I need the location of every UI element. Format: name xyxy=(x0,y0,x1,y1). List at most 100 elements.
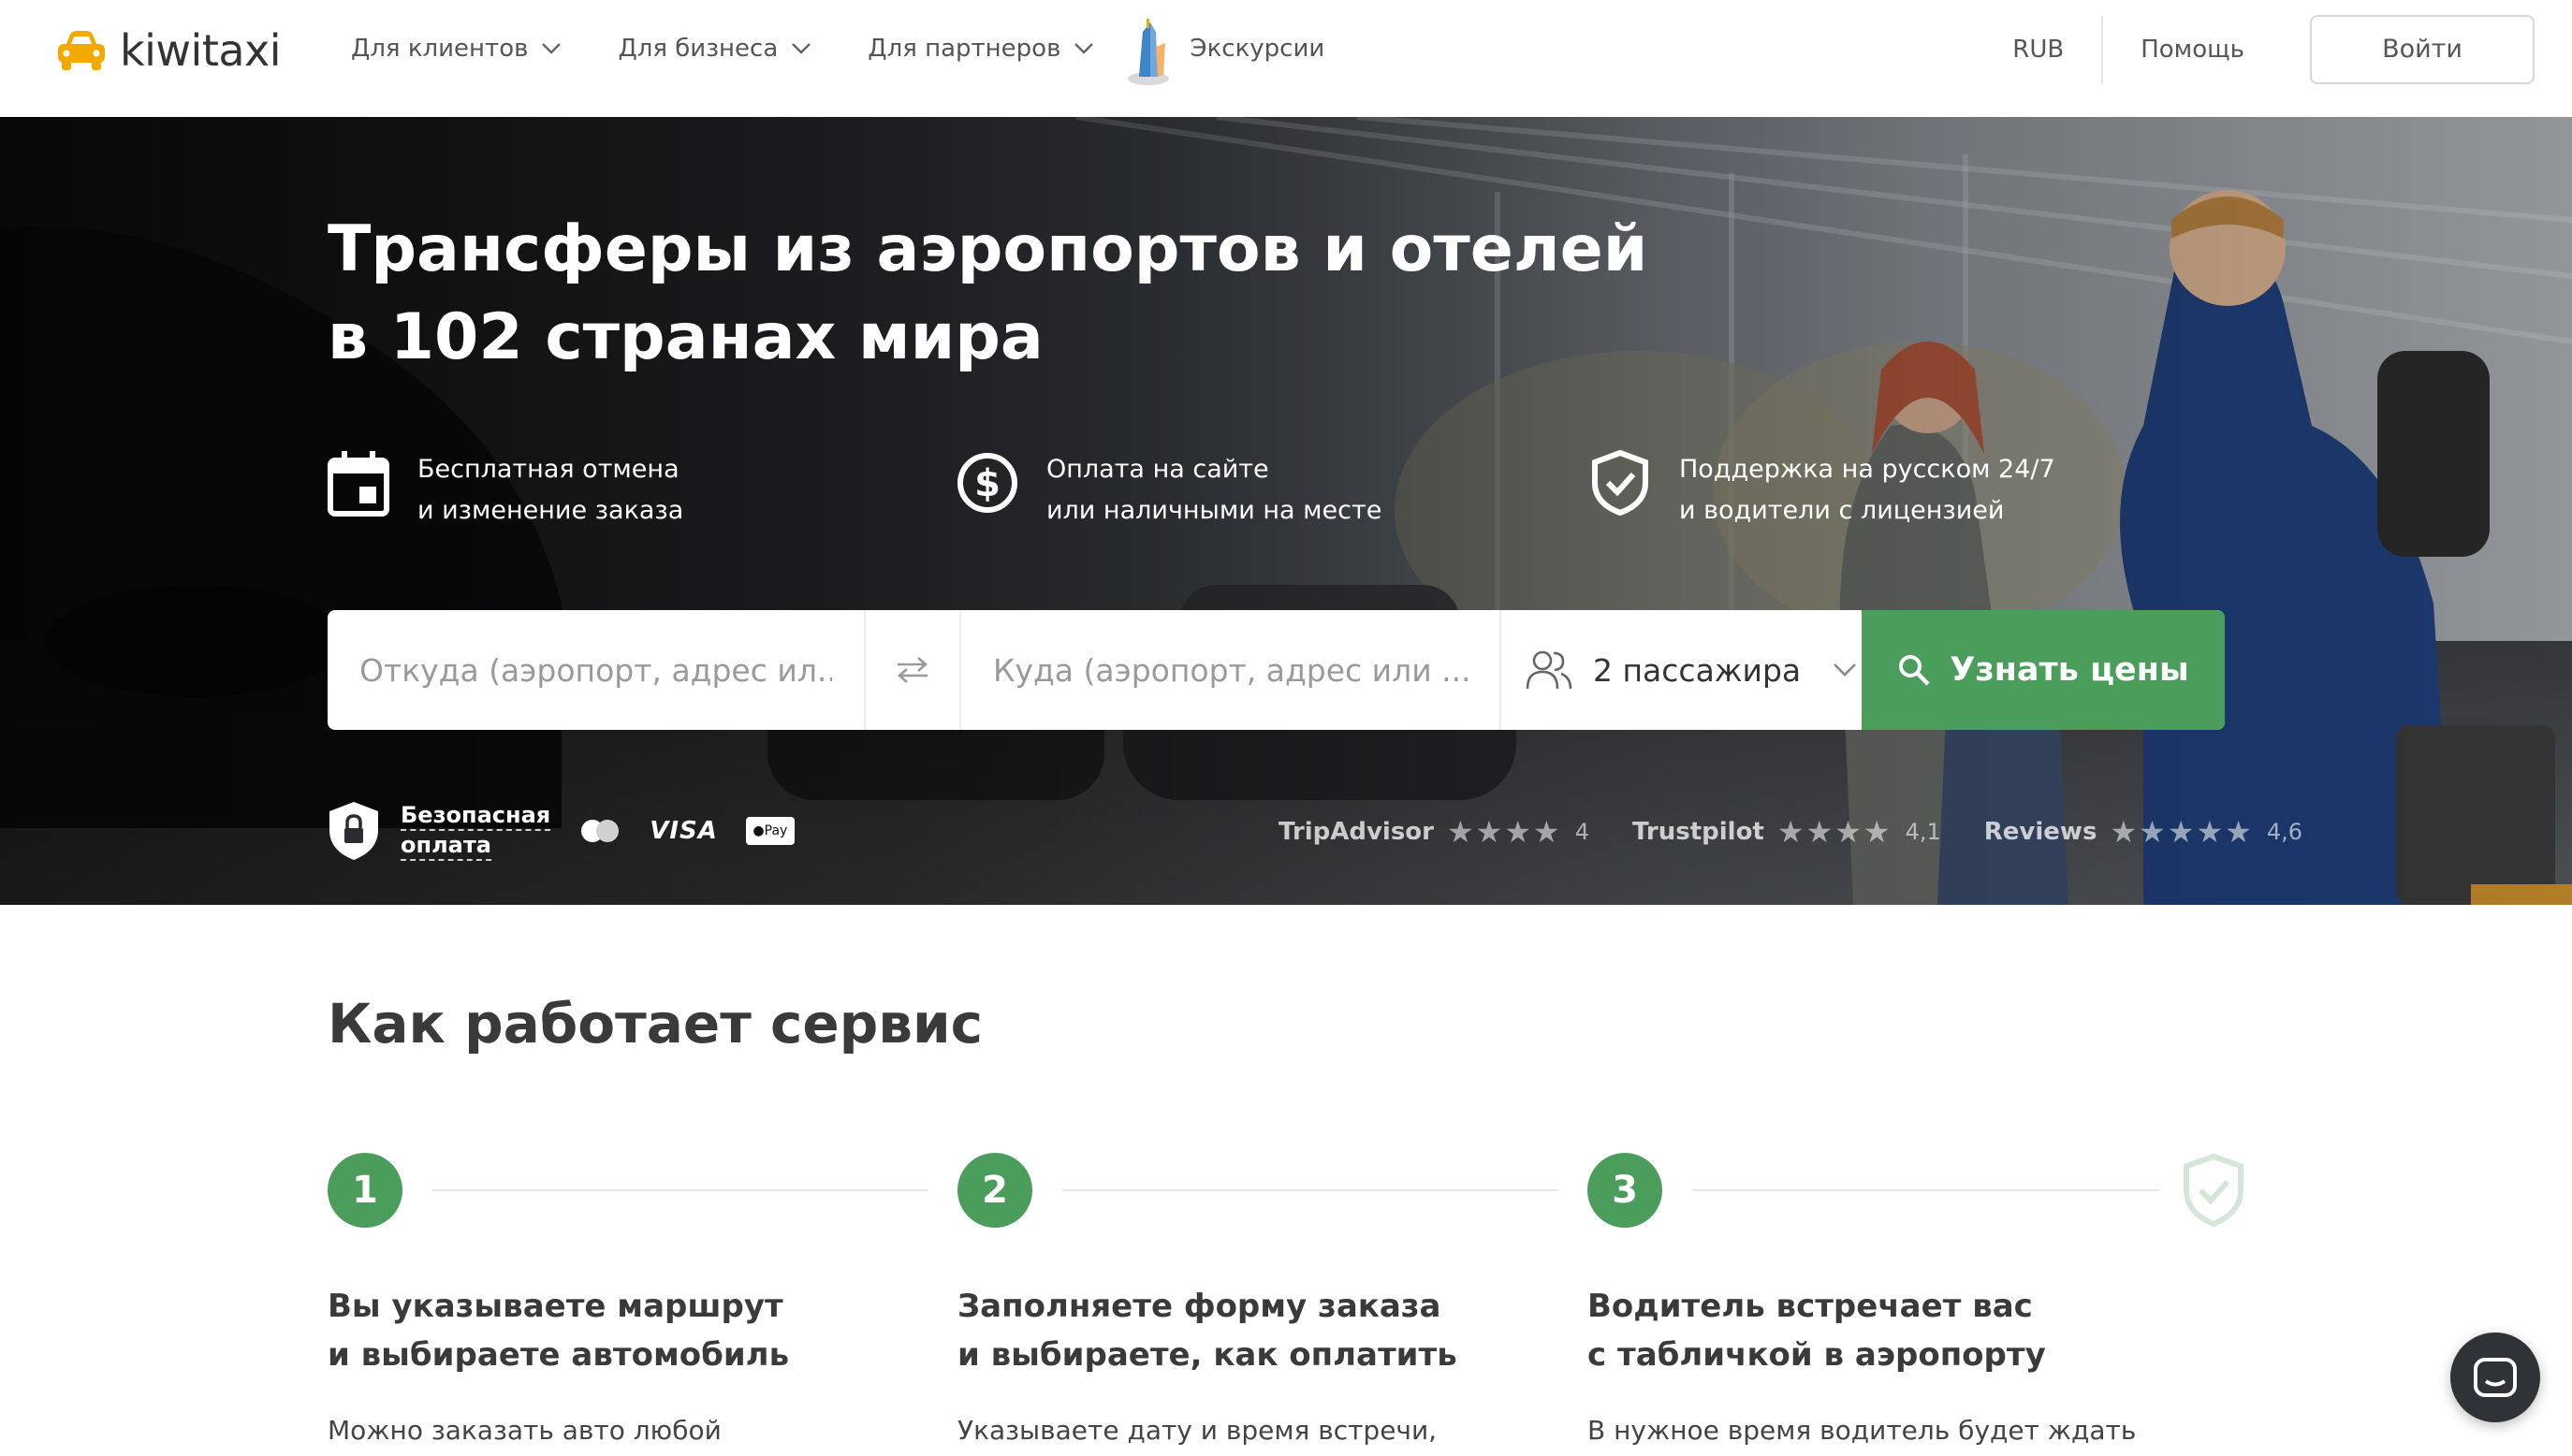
rating-reviews[interactable]: Reviews ★★★★★ 4,6 xyxy=(1984,814,2302,850)
feature-2-line2: или наличными на месте xyxy=(1046,496,1382,525)
hero-section: Трансферы из аэропортов и отелей в 102 с… xyxy=(0,117,2572,905)
secure-payment-link[interactable]: Безопасная оплата xyxy=(401,801,551,861)
step-3-number: 3 xyxy=(1587,1153,1662,1228)
step-3-title-line2: с табличкой в аэропорту xyxy=(1587,1336,2046,1374)
find-prices-button[interactable]: Узнать цены xyxy=(1862,610,2225,730)
rating-score: 4 xyxy=(1574,819,1590,845)
chat-button[interactable] xyxy=(2450,1332,2540,1422)
chevron-down-icon xyxy=(1074,43,1094,54)
rating-trustpilot[interactable]: Trustpilot ★★★★ 4,1 xyxy=(1632,814,1941,850)
step-1-description: Можно заказать авто любой xyxy=(328,1415,722,1446)
dollar-icon: $ xyxy=(957,453,1017,513)
rating-score: 4,1 xyxy=(1905,819,1941,845)
step-2-title-line1: Заполняете форму заказа xyxy=(957,1288,1441,1325)
step-2-description: Указываете дату и время встречи, xyxy=(957,1415,1438,1446)
stars-icon: ★★★★ xyxy=(1446,814,1562,850)
step-connector xyxy=(1692,1189,2160,1191)
secure-line1: Безопасная xyxy=(401,801,551,831)
step-2-number: 2 xyxy=(957,1153,1032,1228)
shield-check-icon xyxy=(2184,1153,2243,1228)
rating-tripadvisor[interactable]: TripAdvisor ★★★★ 4 xyxy=(1279,814,1589,850)
calendar-icon xyxy=(328,451,389,517)
feature-payment: $ Оплата на сайте или наличными на месте xyxy=(957,449,1381,531)
svg-text:$: $ xyxy=(974,462,1001,505)
excursion-tower-icon xyxy=(1128,19,1170,85)
how-it-works-title: Как работает сервис xyxy=(328,992,983,1056)
mastercard-icon xyxy=(581,820,620,842)
step-2: Заполняете форму заказа и выбираете, как… xyxy=(957,1282,1482,1446)
apple-pay-logo: ● Pay xyxy=(745,817,795,845)
step-1-title-line2: и выбираете автомобиль xyxy=(328,1336,790,1374)
visa-logo: VISA xyxy=(650,817,718,845)
find-prices-label: Узнать цены xyxy=(1950,651,2189,689)
header-right: RUB Помощь Войти xyxy=(1975,0,2572,98)
passengers-select[interactable]: 2 пассажира xyxy=(1499,610,1862,730)
step-1-number: 1 xyxy=(328,1153,402,1228)
to-field xyxy=(961,610,1499,730)
feature-1-line2: и изменение заказа xyxy=(417,496,684,525)
login-button[interactable]: Войти xyxy=(2310,14,2535,84)
to-input[interactable] xyxy=(961,610,1499,730)
feature-1-line1: Бесплатная отмена xyxy=(417,455,680,484)
feature-3-line1: Поддержка на русском 24/7 xyxy=(1679,455,2055,484)
payment-logos: VISA ● Pay xyxy=(578,817,795,845)
nav-for-partners-label: Для партнеров xyxy=(868,35,1061,63)
feature-3-line2: и водители с лицензией xyxy=(1679,496,2005,525)
feature-2-line1: Оплата на сайте xyxy=(1046,455,1269,484)
step-3: Водитель встречает вас с табличкой в аэр… xyxy=(1587,1282,2137,1446)
nav-for-business-label: Для бизнеса xyxy=(618,35,779,63)
hero-title-line1: Трансферы из аэропортов и отелей xyxy=(328,212,1648,286)
hero-features: Бесплатная отмена и изменение заказа $ О… xyxy=(328,449,2199,533)
step-3-title-line1: Водитель встречает вас xyxy=(1587,1288,2033,1325)
lock-shield-icon xyxy=(329,802,378,860)
stars-icon: ★★★★ xyxy=(1776,814,1892,850)
passengers-value: 2 пассажира xyxy=(1593,651,1802,689)
from-field xyxy=(328,610,864,730)
nav-for-partners[interactable]: Для партнеров xyxy=(868,35,1094,63)
rating-name: Trustpilot xyxy=(1632,818,1764,846)
step-1: Вы указываете маршрут и выбираете автомо… xyxy=(328,1282,852,1446)
rating-score: 4,6 xyxy=(2266,819,2303,845)
transfer-search-form: 2 пассажира Узнать цены xyxy=(328,610,2225,730)
from-input[interactable] xyxy=(328,610,864,730)
feature-support: Поддержка на русском 24/7 и водители с л… xyxy=(1589,449,2055,531)
main-nav: Для клиентов Для бизнеса Для партнеров Э… xyxy=(351,19,1324,85)
hero-title-line2: в 102 странах мира xyxy=(328,300,1044,374)
secure-line2: оплата xyxy=(401,831,491,861)
secure-payment: Безопасная оплата VISA ● Pay xyxy=(328,800,795,862)
rating-name: TripAdvisor xyxy=(1279,818,1434,846)
step-connector xyxy=(1062,1189,1558,1191)
site-header: kiwitaxi Для клиентов Для бизнеса Для па… xyxy=(0,0,2572,117)
taxi-car-icon xyxy=(58,31,105,70)
chevron-down-icon xyxy=(1834,663,1857,677)
nav-for-business[interactable]: Для бизнеса xyxy=(618,35,811,63)
rating-name: Reviews xyxy=(1983,818,2097,846)
stars-icon: ★★★★★ xyxy=(2110,814,2254,850)
step-3-description: В нужное время водитель будет ждать xyxy=(1587,1415,2137,1446)
ratings-bar: TripAdvisor ★★★★ 4 Trustpilot ★★★★ 4,1 R… xyxy=(1279,814,2345,850)
swap-arrows-icon xyxy=(898,657,928,683)
nav-excursions-label: Экскурсии xyxy=(1190,35,1325,63)
hero-title: Трансферы из аэропортов и отелей в 102 с… xyxy=(328,206,1732,382)
step-1-title-line1: Вы указываете маршрут xyxy=(328,1288,783,1325)
nav-for-clients[interactable]: Для клиентов xyxy=(351,35,562,63)
chevron-down-icon xyxy=(542,43,562,54)
chat-icon xyxy=(2474,1358,2517,1397)
logo[interactable]: kiwitaxi xyxy=(56,22,282,79)
steps-progress: 1 2 3 xyxy=(0,1153,2572,1237)
nav-excursions[interactable]: Экскурсии xyxy=(1122,11,1324,86)
step-2-title-line2: и выбираете, как оплатить xyxy=(957,1336,1457,1374)
passengers-icon xyxy=(1526,650,1572,690)
nav-for-clients-label: Для клиентов xyxy=(351,35,529,63)
swap-button[interactable] xyxy=(864,610,961,730)
feature-free-cancellation: Бесплатная отмена и изменение заказа xyxy=(328,449,683,531)
help-link[interactable]: Помощь xyxy=(2103,36,2282,64)
step-connector xyxy=(432,1189,928,1191)
logo-text: kiwitaxi xyxy=(120,25,282,76)
apple-icon: ● xyxy=(753,823,765,838)
apple-pay-label: Pay xyxy=(764,823,788,838)
currency-selector[interactable]: RUB xyxy=(1975,36,2101,64)
shield-check-icon xyxy=(1592,449,1648,517)
chevron-down-icon xyxy=(792,43,811,54)
search-icon xyxy=(1899,655,1930,686)
